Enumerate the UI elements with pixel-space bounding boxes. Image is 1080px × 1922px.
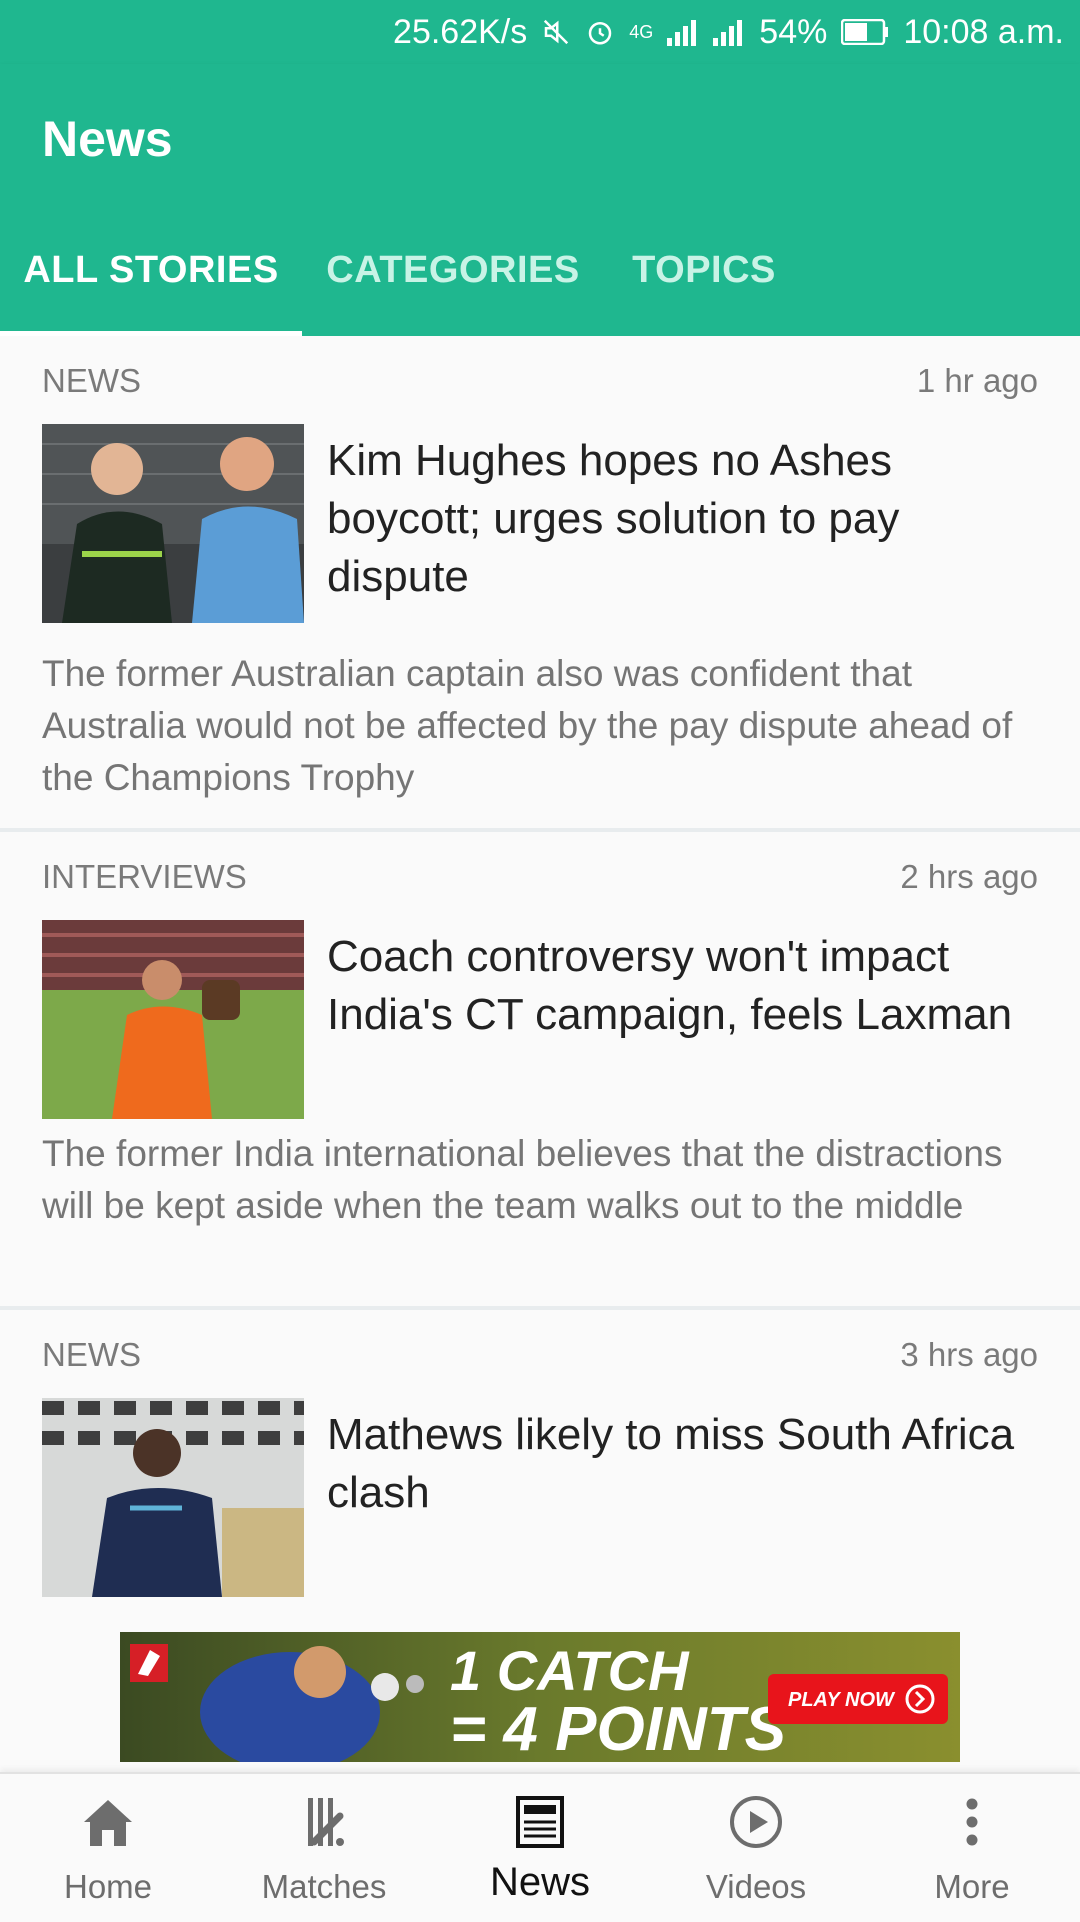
more-vertical-icon <box>966 1798 978 1846</box>
status-bar: 25.62K/s 4G 54% 10:08 a.m. <box>0 0 1080 64</box>
article-thumbnail[interactable] <box>42 1398 304 1597</box>
article-headline[interactable]: Kim Hughes hopes no Ashes boycott; urges… <box>327 432 1047 606</box>
signal-icon-2 <box>713 18 745 46</box>
tab-all-stories[interactable]: ALL STORIES <box>0 204 302 336</box>
ad-banner[interactable]: 1 CATCH = 4 POINTS PLAY NOW <box>120 1632 960 1762</box>
nav-news[interactable]: News <box>432 1774 648 1922</box>
page-title: News <box>42 111 173 167</box>
article-category: NEWS <box>42 1336 141 1373</box>
nav-label: News <box>489 1860 591 1904</box>
nav-label: More <box>934 1868 1010 1905</box>
article-summary: The former India international believes … <box>42 1133 1003 1226</box>
article-summary: The former Australian captain also was c… <box>42 653 1013 798</box>
battery-percent: 54% <box>759 12 828 51</box>
cricket-stumps-icon <box>308 1798 344 1846</box>
article-thumbnail[interactable] <box>42 920 304 1119</box>
play-circle-icon <box>730 1796 782 1848</box>
article-card[interactable]: NEWS 1 hr ago Kim Hughes hopes no Ashes … <box>0 336 1080 832</box>
tab-categories[interactable]: CATEGORIES <box>322 204 584 336</box>
tab-topics[interactable]: TOPICS <box>624 204 784 336</box>
article-time: 3 hrs ago <box>900 1336 1038 1373</box>
tab-bar: ALL STORIES CATEGORIES TOPICS <box>0 204 1080 336</box>
nav-matches[interactable]: Matches <box>216 1774 432 1922</box>
nav-videos[interactable]: Videos <box>648 1774 864 1922</box>
ad-line-1: 1 CATCH <box>450 1639 690 1702</box>
mute-icon <box>541 17 571 47</box>
network-speed: 25.62K/s <box>393 12 528 51</box>
clock: 10:08 a.m. <box>903 12 1064 51</box>
news-feed: NEWS 1 hr ago Kim Hughes hopes no Ashes … <box>0 336 1080 1610</box>
nav-label: Videos <box>705 1868 807 1905</box>
article-thumbnail[interactable] <box>42 424 304 623</box>
home-icon <box>84 1800 132 1846</box>
article-category: NEWS <box>42 362 141 399</box>
ad-line-2: = 4 POINTS <box>450 1695 786 1762</box>
article-category: INTERVIEWS <box>42 858 247 895</box>
newspaper-icon <box>516 1796 564 1848</box>
app-bar: News ALL STORIES CATEGORIES TOPICS <box>0 64 1080 336</box>
nav-label: Home <box>63 1868 153 1905</box>
alarm-icon <box>585 17 615 47</box>
ad-cta[interactable]: PLAY NOW <box>788 1689 896 1711</box>
article-card[interactable]: NEWS 3 hrs ago Mathews likely to miss So… <box>0 1310 1080 1610</box>
battery-icon <box>841 19 889 45</box>
nav-more[interactable]: More <box>864 1774 1080 1922</box>
nav-label: Matches <box>261 1868 387 1905</box>
article-time: 1 hr ago <box>916 362 1038 399</box>
article-headline[interactable]: Mathews likely to miss South Africa clas… <box>327 1406 1047 1522</box>
signal-icon <box>667 18 699 46</box>
article-headline[interactable]: Coach controversy won't impact India's C… <box>327 928 1047 1044</box>
article-card[interactable]: INTERVIEWS 2 hrs ago Coach controversy w… <box>0 832 1080 1310</box>
article-time: 2 hrs ago <box>900 858 1038 895</box>
nav-home[interactable]: Home <box>0 1774 216 1922</box>
bottom-nav: Home Matches News Videos More <box>0 1772 1080 1922</box>
network-type: 4G <box>629 21 654 42</box>
